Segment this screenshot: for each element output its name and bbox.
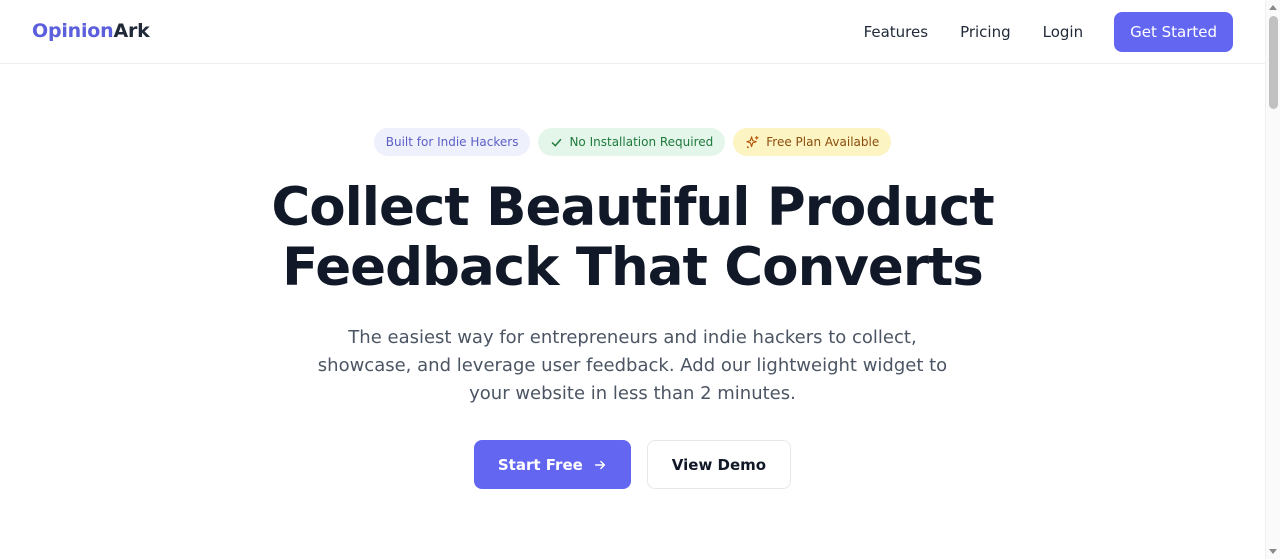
site-header: OpinionArk Features Pricing Login Get St… — [0, 0, 1265, 64]
badge-free-plan: Free Plan Available — [733, 128, 892, 156]
hero-title: Collect Beautiful Product Feedback That … — [0, 178, 1265, 298]
landing-page: OpinionArk Features Pricing Login Get St… — [0, 0, 1265, 559]
nav-link-login[interactable]: Login — [1043, 23, 1083, 41]
scroll-up-arrow-icon[interactable] — [1269, 5, 1277, 10]
badge-label: Built for Indie Hackers — [385, 135, 519, 149]
hero-actions: Start Free View Demo — [0, 440, 1265, 489]
page-scrollbar[interactable] — [1265, 0, 1280, 559]
check-icon — [552, 138, 562, 146]
scroll-down-arrow-icon[interactable] — [1269, 549, 1277, 554]
badge-label: No Installation Required — [569, 135, 714, 149]
badge-indie-hackers: Built for Indie Hackers — [373, 128, 531, 156]
nav-link-features[interactable]: Features — [864, 23, 929, 41]
main-nav: Features Pricing Login Get Started — [864, 12, 1233, 52]
hero-badges: Built for Indie Hackers No Installation … — [0, 128, 1265, 156]
nav-link-pricing[interactable]: Pricing — [960, 23, 1011, 41]
badge-label: Free Plan Available — [766, 135, 880, 149]
logo-text-part2: Ark — [113, 20, 150, 42]
view-demo-button[interactable]: View Demo — [646, 440, 792, 489]
hero-title-line2: Feedback That Converts — [282, 237, 984, 298]
start-free-button[interactable]: Start Free — [473, 440, 631, 489]
sparkles-icon — [746, 135, 759, 148]
logo-text-part1: Opinion — [32, 20, 114, 42]
start-free-label: Start Free — [497, 455, 583, 474]
get-started-button[interactable]: Get Started — [1114, 12, 1233, 52]
brand-logo[interactable]: OpinionArk — [32, 20, 150, 42]
badge-no-installation: No Installation Required — [538, 128, 726, 156]
arrow-right-icon — [594, 460, 605, 469]
scrollbar-thumb[interactable] — [1269, 16, 1278, 109]
hero-title-line1: Collect Beautiful Product — [271, 177, 994, 238]
hero-subtitle: The easiest way for entrepreneurs and in… — [317, 327, 948, 404]
